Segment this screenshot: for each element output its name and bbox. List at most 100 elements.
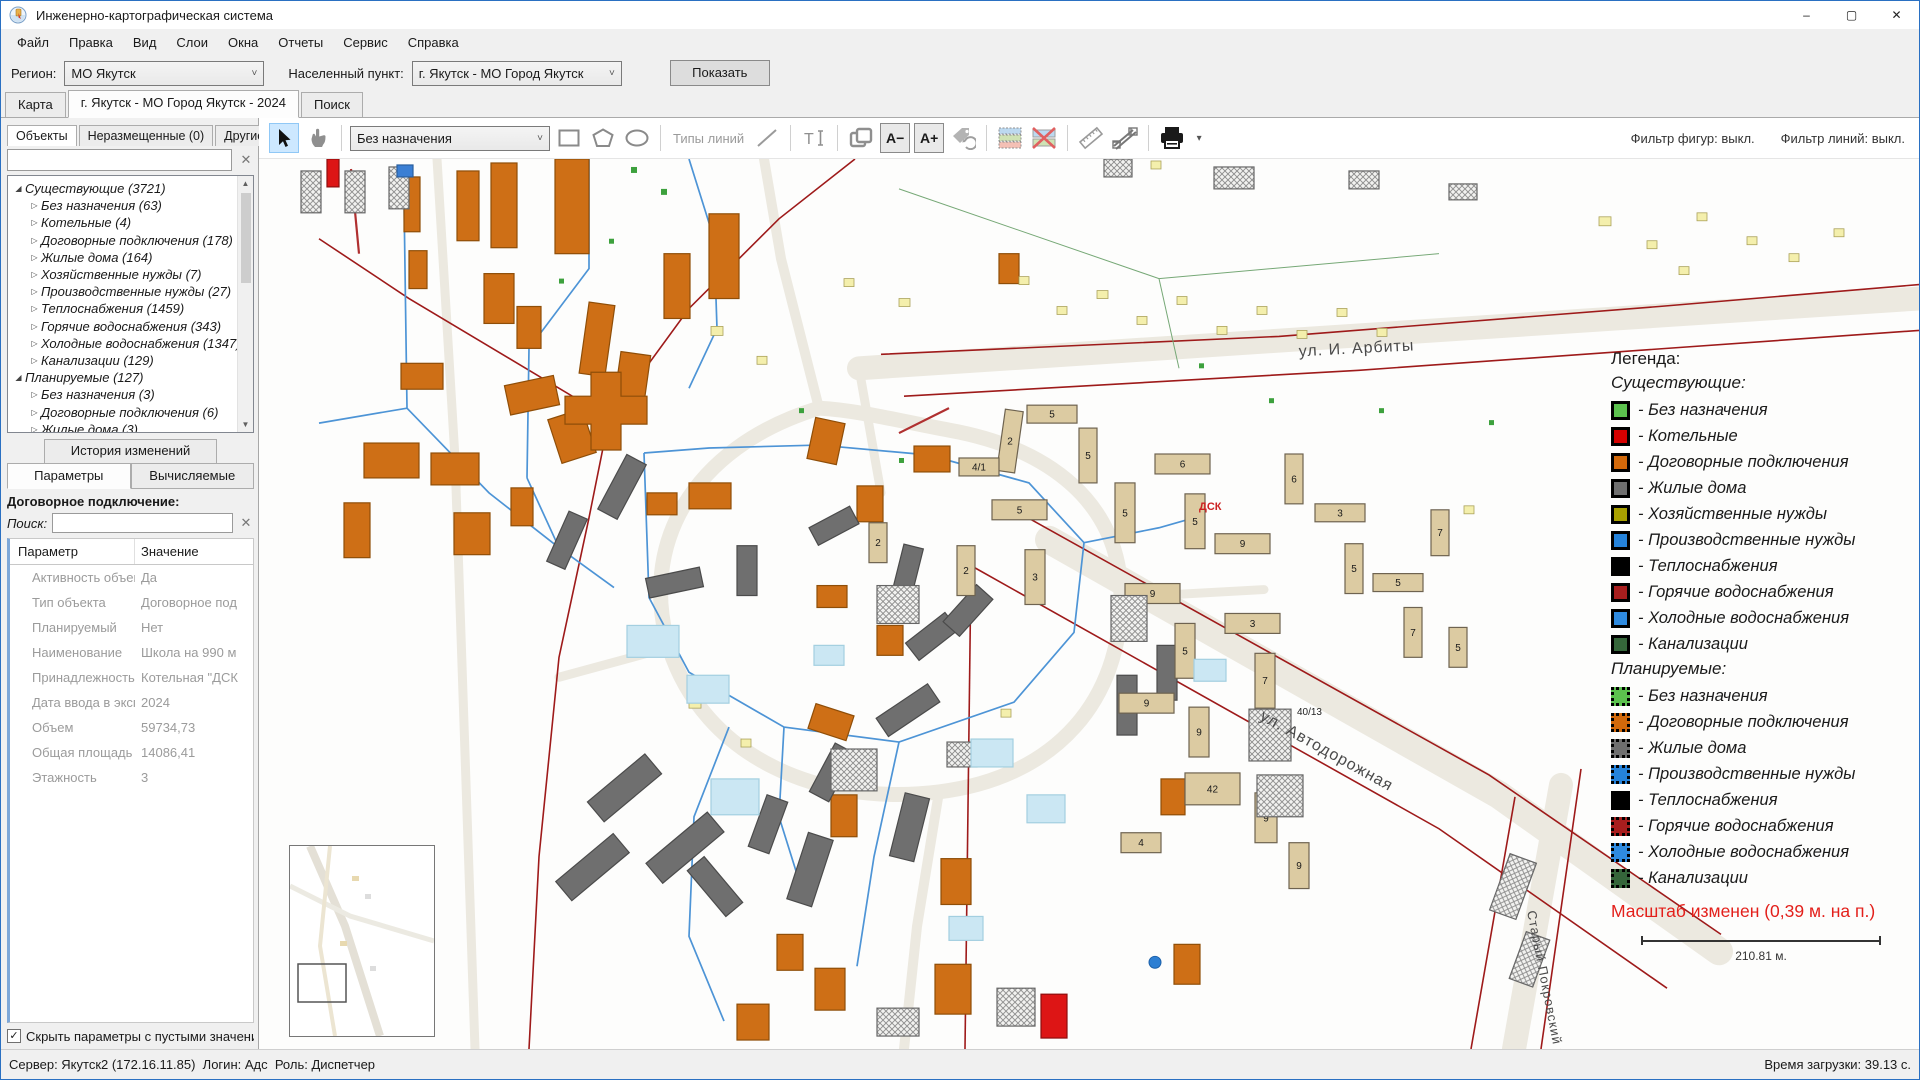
map-building[interactable] (777, 934, 803, 970)
map-building[interactable] (1157, 645, 1177, 700)
collapsed-icon[interactable]: ▷ (28, 408, 41, 417)
map-building[interactable] (661, 189, 667, 195)
map-building[interactable] (454, 513, 490, 555)
map-building[interactable] (401, 363, 443, 389)
map-building[interactable] (899, 458, 904, 463)
minimap[interactable] (289, 845, 435, 1037)
draw-polygon-button[interactable] (588, 123, 618, 153)
tree-item[interactable]: ▷Договорные подключения (6) (12, 403, 237, 420)
collapsed-icon[interactable]: ▷ (28, 287, 41, 296)
scrollbar-thumb[interactable] (241, 193, 251, 283)
collapsed-icon[interactable]: ▷ (28, 390, 41, 399)
scroll-down-icon[interactable]: ▼ (242, 417, 250, 432)
tree-item[interactable]: ▷Жилые дома (3) (12, 421, 237, 432)
objects-tab-1[interactable]: Неразмещенные (0) (79, 125, 214, 146)
table-row[interactable]: Этажность3 (10, 765, 253, 790)
map-building[interactable] (1001, 709, 1011, 717)
menu-item-0[interactable]: Файл (7, 31, 59, 54)
map-building[interactable] (809, 506, 859, 545)
objects-search-input[interactable] (7, 149, 232, 171)
draw-ellipse-button[interactable] (622, 123, 652, 153)
tree-item[interactable]: ▷Холодные водоснабжения (1347) (12, 335, 237, 352)
map-building[interactable] (787, 832, 833, 906)
map-building[interactable] (1111, 596, 1147, 642)
map-building[interactable] (491, 163, 517, 248)
main-tab-2[interactable]: Поиск (301, 92, 363, 117)
map-building[interactable] (709, 214, 739, 299)
map-building[interactable] (914, 446, 950, 472)
text-tool-button[interactable]: T (799, 123, 829, 153)
ruler-button[interactable] (1076, 123, 1106, 153)
main-tab-1[interactable]: г. Якутск - МО Город Якутск - 2024 (68, 90, 299, 118)
table-row[interactable]: Принадлежность к коКотельная "ДСК (10, 665, 253, 690)
draw-rectangle-button[interactable] (554, 123, 584, 153)
table-row[interactable]: ПланируемыйНет (10, 615, 253, 640)
collapsed-icon[interactable]: ▷ (28, 218, 41, 227)
figure-type-select[interactable]: Без назначения ˅ (350, 126, 550, 151)
table-row[interactable]: Дата ввода в эксплуат2024 (10, 690, 253, 715)
tree-item[interactable]: ▷Жилые дома (164) (12, 249, 237, 266)
map-building[interactable] (1041, 994, 1067, 1038)
map-building[interactable] (1137, 316, 1147, 324)
map-building[interactable] (1027, 795, 1065, 823)
menu-item-2[interactable]: Вид (123, 31, 167, 54)
tree-item[interactable]: ▷Договорные подключения (178) (12, 232, 237, 249)
map-building[interactable] (1349, 171, 1379, 189)
measure-tape-button[interactable] (1110, 123, 1140, 153)
collapsed-icon[interactable]: ▷ (28, 304, 41, 313)
map-building[interactable] (1194, 659, 1226, 681)
collapsed-icon[interactable]: ▷ (28, 356, 41, 365)
map-building[interactable] (757, 356, 767, 364)
tree-item[interactable]: ▷Хозяйственные нужды (7) (12, 266, 237, 283)
map-building[interactable] (1297, 330, 1307, 338)
map-building[interactable] (711, 326, 723, 335)
map-building[interactable] (1057, 307, 1067, 315)
map-building[interactable] (1379, 408, 1384, 413)
map-building[interactable] (877, 625, 903, 655)
tree-scrollbar[interactable]: ▲ ▼ (237, 176, 253, 432)
scroll-up-icon[interactable]: ▲ (242, 176, 250, 191)
map-building[interactable] (1177, 297, 1187, 305)
settlement-select[interactable]: г. Якутск - МО Город Якутск ˅ (412, 61, 622, 86)
collapsed-icon[interactable]: ▷ (28, 236, 41, 245)
menu-item-1[interactable]: Правка (59, 31, 123, 54)
map-building[interactable] (1789, 254, 1799, 262)
map-building[interactable] (890, 793, 930, 862)
draw-line-button[interactable] (752, 123, 782, 153)
map-building[interactable] (817, 586, 847, 608)
collapsed-icon[interactable]: ▷ (28, 425, 41, 432)
map-building[interactable] (689, 483, 731, 509)
table-row[interactable]: Активность объектаДа (10, 565, 253, 590)
menu-item-7[interactable]: Справка (398, 31, 469, 54)
map-building[interactable] (949, 916, 983, 940)
show-button[interactable]: Показать (670, 60, 770, 86)
map-building[interactable] (1449, 184, 1477, 200)
param-search-input[interactable] (52, 513, 233, 533)
tree-item[interactable]: ▷Без назначения (63) (12, 197, 237, 214)
map-building[interactable] (1747, 237, 1757, 245)
map-building[interactable] (1199, 363, 1204, 368)
map-building[interactable] (631, 167, 637, 173)
select-tool-button[interactable] (269, 123, 299, 153)
tree-item[interactable]: ▷Горячие водоснабжения (343) (12, 318, 237, 335)
map-building[interactable] (1019, 277, 1029, 285)
column-value[interactable]: Значение (135, 539, 253, 564)
table-row[interactable]: Тип объектаДоговорное под (10, 590, 253, 615)
collapsed-icon[interactable]: ▷ (28, 322, 41, 331)
map-building[interactable] (1647, 241, 1657, 249)
map-building[interactable] (814, 645, 844, 665)
hide-empty-checkbox[interactable]: ✓ (7, 1029, 21, 1043)
map-building[interactable] (899, 299, 910, 307)
history-tab[interactable]: История изменений (44, 439, 217, 463)
tree-item[interactable]: ◢Существующие (3721) (12, 180, 237, 197)
collapsed-icon[interactable]: ▷ (28, 253, 41, 262)
map-building[interactable] (364, 443, 419, 478)
map-building[interactable] (1464, 506, 1474, 514)
table-row[interactable]: Объем59734,73 (10, 715, 253, 740)
map-building[interactable] (431, 453, 479, 485)
layers-off-button[interactable] (1029, 123, 1059, 153)
map-building[interactable] (547, 511, 588, 569)
map-building[interactable] (807, 417, 845, 464)
map-building[interactable] (997, 988, 1035, 1026)
map-building[interactable] (647, 493, 677, 515)
